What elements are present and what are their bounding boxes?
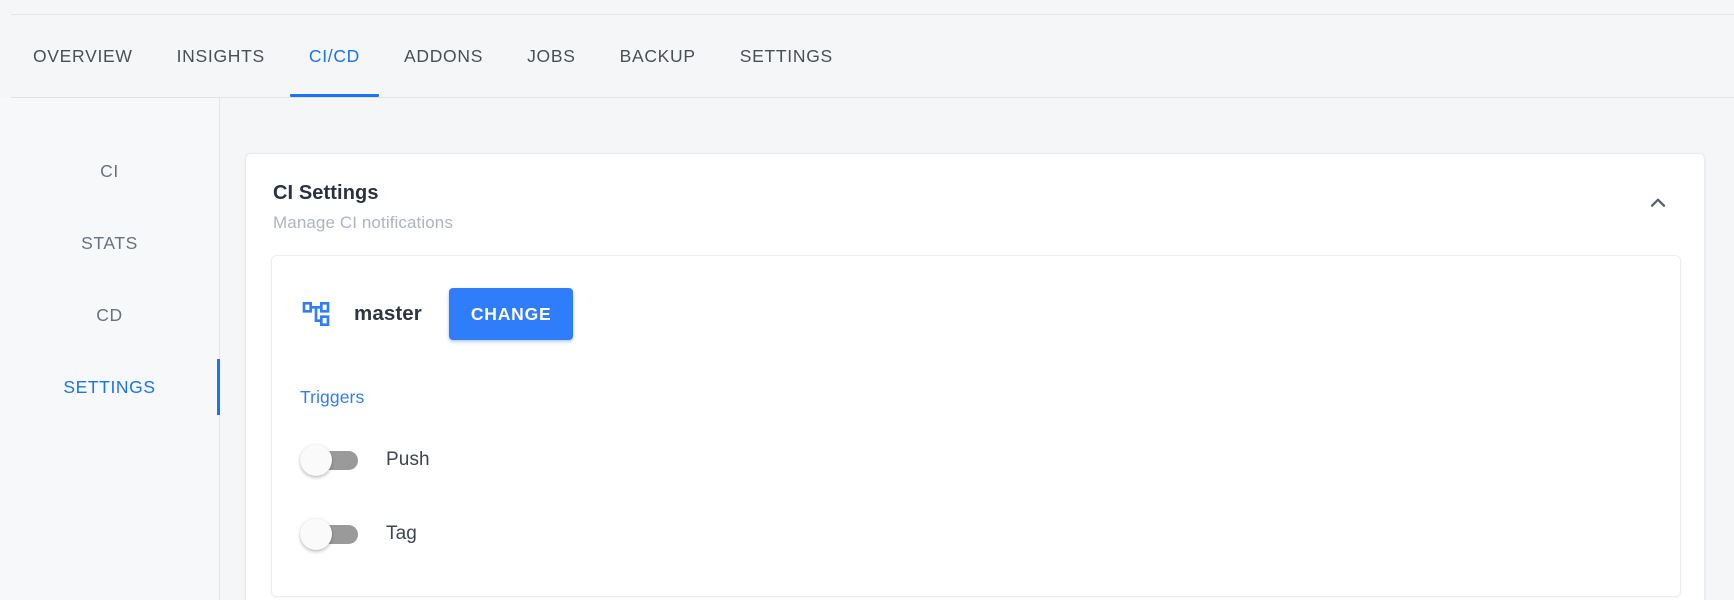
triggers-section-label: Triggers	[300, 387, 365, 407]
sidebar-item-ci-label: CI	[100, 160, 119, 181]
tab-list: OVERVIEW INSIGHTS CI/CD ADDONS JOBS BACK…	[11, 15, 855, 97]
sidebar-item-stats-label: STATS	[81, 232, 138, 253]
account-tree-icon	[300, 298, 332, 330]
sidebar-item-stats[interactable]: STATS	[0, 207, 219, 279]
sidebar-item-ci[interactable]: CI	[0, 135, 219, 207]
tag-trigger-label: Tag	[386, 523, 417, 544]
tab-settings-label: SETTINGS	[739, 45, 833, 66]
tab-cicd[interactable]: CI/CD	[287, 15, 382, 97]
secondary-sidebar: CI STATS CD SETTINGS	[0, 98, 220, 600]
trigger-row-push: Push	[300, 438, 1650, 482]
tab-settings[interactable]: SETTINGS	[718, 15, 855, 97]
change-branch-button[interactable]: CHANGE	[448, 288, 574, 340]
sidebar-item-cd[interactable]: CD	[0, 279, 219, 351]
tab-overview[interactable]: OVERVIEW	[11, 15, 155, 97]
main-content: CI Settings Manage CI notifications mast…	[220, 98, 1734, 600]
tab-insights-label: INSIGHTS	[176, 45, 265, 66]
sidebar-item-settings-label: SETTINGS	[63, 376, 156, 397]
tab-backup[interactable]: BACKUP	[598, 15, 718, 97]
push-trigger-label: Push	[386, 449, 430, 470]
ci-settings-card-header: CI Settings Manage CI notifications	[246, 154, 1704, 255]
ci-branch-panel: master CHANGE Triggers Push Tag	[271, 255, 1681, 597]
tab-backup-label: BACKUP	[619, 45, 696, 66]
toggle-knob	[300, 518, 332, 550]
trigger-row-tag: Tag	[300, 512, 1650, 556]
tab-cicd-label: CI/CD	[308, 45, 360, 66]
page-title: CI Settings	[273, 182, 379, 204]
tab-overview-label: OVERVIEW	[33, 45, 133, 66]
main-tabbar: OVERVIEW INSIGHTS CI/CD ADDONS JOBS BACK…	[0, 15, 1734, 98]
tag-trigger-toggle[interactable]	[300, 512, 362, 556]
ci-settings-inner-wrap: master CHANGE Triggers Push Tag	[246, 255, 1704, 597]
tab-insights[interactable]: INSIGHTS	[155, 15, 287, 97]
tab-jobs[interactable]: JOBS	[505, 15, 598, 97]
tab-addons-label: ADDONS	[404, 45, 484, 66]
branch-row: master CHANGE	[300, 288, 1650, 340]
tab-addons[interactable]: ADDONS	[382, 15, 505, 97]
push-trigger-toggle[interactable]	[300, 438, 362, 482]
collapse-toggle-button[interactable]	[1640, 186, 1676, 222]
chevron-up-icon	[1645, 190, 1671, 219]
sidebar-item-cd-label: CD	[96, 304, 123, 325]
toggle-knob	[300, 444, 332, 476]
branch-name: master	[354, 302, 422, 325]
sidebar-item-settings[interactable]: SETTINGS	[0, 351, 220, 423]
app-root: OVERVIEW INSIGHTS CI/CD ADDONS JOBS BACK…	[0, 0, 1734, 600]
ci-settings-card: CI Settings Manage CI notifications mast…	[245, 153, 1705, 600]
card-subtitle: Manage CI notifications	[273, 213, 453, 232]
tab-jobs-label: JOBS	[527, 45, 576, 66]
